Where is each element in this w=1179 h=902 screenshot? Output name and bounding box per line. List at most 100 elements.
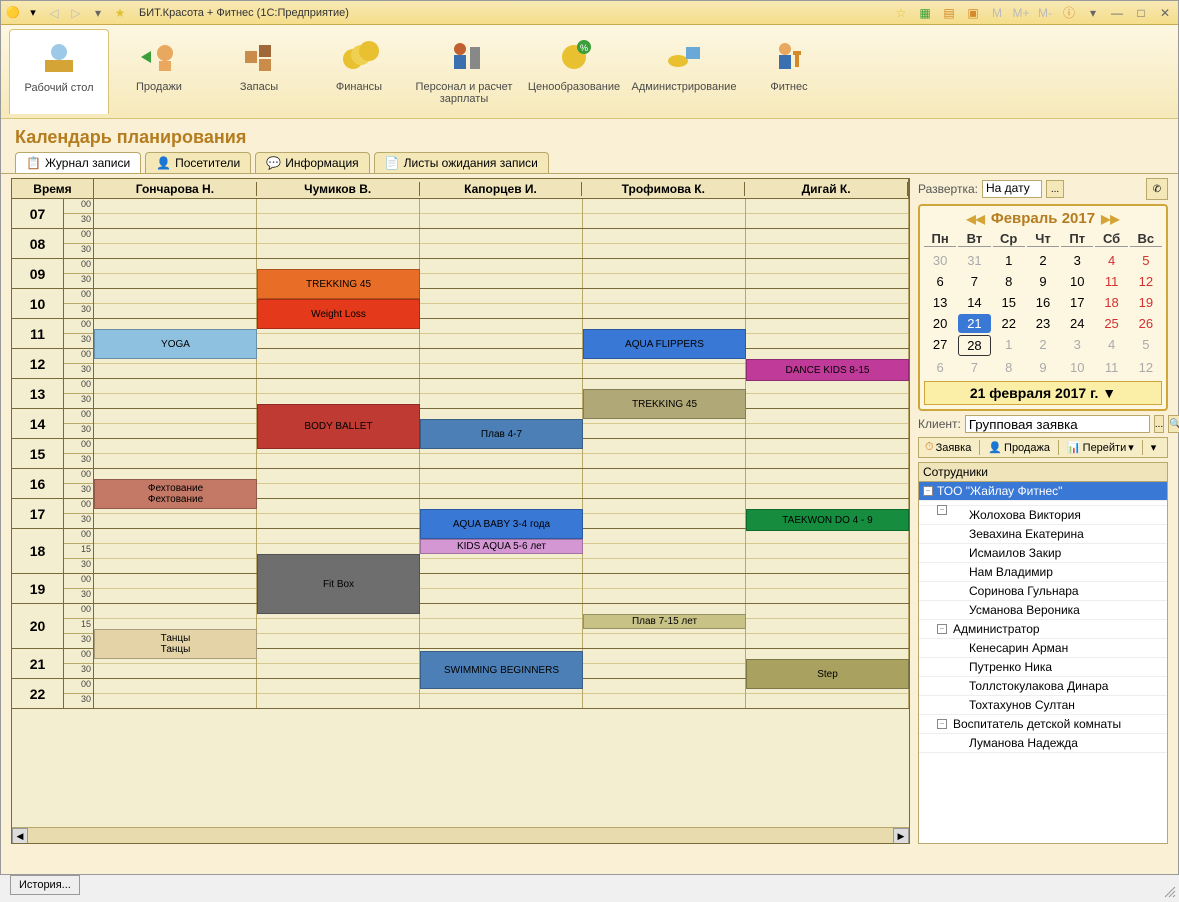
scroll-left-icon[interactable]: ◀ [12, 828, 28, 844]
slot-cell[interactable] [420, 319, 583, 348]
horizontal-scrollbar[interactable]: ◀ ▶ [12, 827, 909, 843]
cal-day[interactable]: 12 [1130, 358, 1162, 377]
calc-icon[interactable]: ▤ [940, 4, 958, 22]
cal-day[interactable]: 12 [1130, 272, 1162, 291]
schedule-event[interactable]: TREKKING 45 [583, 389, 746, 419]
cal-day[interactable]: 4 [1095, 335, 1127, 356]
resource-header[interactable]: Дигай К. [745, 182, 908, 196]
resize-handle-icon[interactable] [1163, 885, 1177, 899]
cal-day[interactable]: 30 [924, 251, 956, 270]
slot-cell[interactable] [583, 469, 746, 498]
cal-day[interactable]: 11 [1095, 358, 1127, 377]
cal-day[interactable]: 1 [993, 335, 1025, 356]
slot-cell[interactable] [746, 229, 909, 258]
slot-cell[interactable] [583, 499, 746, 528]
schedule-event[interactable]: KIDS AQUA 5-6 лет [420, 539, 583, 554]
phone-icon[interactable]: ✆ [1146, 178, 1168, 200]
cal-day[interactable]: 10 [1061, 358, 1093, 377]
cal-month-label[interactable]: Февраль 2017 [991, 210, 1095, 227]
slot-cell[interactable] [420, 574, 583, 603]
slot-cell[interactable] [583, 289, 746, 318]
schedule-event[interactable]: ТанцыТанцы [94, 629, 257, 659]
slot-cell[interactable] [746, 604, 909, 648]
slot-cell[interactable] [746, 469, 909, 498]
slot-cell[interactable] [583, 679, 746, 708]
schedule-event[interactable]: AQUA FLIPPERS [583, 329, 746, 359]
slot-cell[interactable] [746, 529, 909, 573]
slot-cell[interactable] [583, 199, 746, 228]
cal-day[interactable]: 19 [1130, 293, 1162, 312]
tree-toggle-icon[interactable]: − [937, 719, 947, 729]
toolbar-item-finance[interactable]: Финансы [309, 29, 409, 114]
slot-cell[interactable] [583, 649, 746, 678]
slot-cell[interactable] [420, 199, 583, 228]
maximize-icon[interactable]: □ [1132, 4, 1150, 22]
selected-date-label[interactable]: 21 февраля 2017 г. ▼ [924, 381, 1162, 405]
info-icon[interactable]: ⓘ [1060, 4, 1078, 22]
client-search-icon[interactable]: 🔍 [1168, 415, 1179, 433]
slot-cell[interactable] [420, 379, 583, 408]
schedule-event[interactable]: Плав 4-7 [420, 419, 583, 449]
resource-header[interactable]: Капорцев И. [420, 182, 583, 196]
slot-cell[interactable] [94, 574, 257, 603]
nav-back-icon[interactable]: ◁ [45, 4, 63, 22]
close-icon[interactable]: ✕ [1156, 4, 1174, 22]
tab-info[interactable]: 💬Информация [255, 152, 369, 173]
slot-cell[interactable] [257, 649, 420, 678]
tree-item[interactable]: Луманова Надежда [919, 734, 1167, 753]
schedule-event[interactable]: Плав 7-15 лет [583, 614, 746, 629]
slot-cell[interactable] [583, 229, 746, 258]
cal-day[interactable]: 3 [1061, 251, 1093, 270]
schedule-body[interactable]: 0700300800300900301000301100301200301300… [12, 199, 909, 829]
tree-item[interactable]: Жолохова Виктория [919, 506, 1167, 525]
cal-day[interactable]: 17 [1061, 293, 1093, 312]
slot-cell[interactable] [257, 469, 420, 498]
cal-day[interactable]: 11 [1095, 272, 1127, 291]
cal-day[interactable]: 24 [1061, 314, 1093, 333]
zayavka-button[interactable]: ⏱Заявка [921, 440, 975, 455]
cal-day[interactable]: 3 [1061, 335, 1093, 356]
cal-day[interactable]: 31 [958, 251, 990, 270]
toolbar-item-desktop[interactable]: Рабочий стол [9, 29, 109, 114]
cal-day[interactable]: 25 [1095, 314, 1127, 333]
date-icon[interactable]: ▣ [964, 4, 982, 22]
tree-item[interactable]: Усманова Вероника [919, 601, 1167, 620]
cal-day[interactable]: 14 [958, 293, 990, 312]
slot-cell[interactable] [94, 199, 257, 228]
schedule-event[interactable]: BODY BALLET [257, 404, 420, 449]
toolbar-item-stock[interactable]: Запасы [209, 29, 309, 114]
scroll-right-icon[interactable]: ▶ [893, 828, 909, 844]
toolbar-item-admin[interactable]: Администрирование [629, 29, 739, 114]
tree-toggle-icon[interactable]: − [937, 624, 947, 634]
cal-day[interactable]: 6 [924, 358, 956, 377]
cal-day[interactable]: 21 [958, 314, 990, 333]
client-input[interactable] [965, 415, 1150, 433]
cal-day[interactable]: 13 [924, 293, 956, 312]
slot-cell[interactable] [583, 529, 746, 573]
toolbar-item-fitness[interactable]: Фитнес [739, 29, 839, 114]
cal-day[interactable]: 15 [993, 293, 1025, 312]
more-menu-icon[interactable]: ▾ [1147, 440, 1161, 455]
cal-day[interactable]: 8 [993, 272, 1025, 291]
slot-cell[interactable] [746, 574, 909, 603]
cal-day[interactable]: 6 [924, 272, 956, 291]
tree-item[interactable]: Исмаилов Закир [919, 544, 1167, 563]
cal-next-year-icon[interactable]: ▶▶ [1101, 212, 1119, 226]
perejti-button[interactable]: 📊Перейти▾ [1063, 440, 1138, 455]
slot-cell[interactable] [420, 349, 583, 378]
schedule-event[interactable]: AQUA BABY 3-4 года [420, 509, 583, 539]
cal-day[interactable]: 16 [1027, 293, 1059, 312]
tab-journal[interactable]: 📋Журнал записи [15, 152, 141, 173]
dropdown-icon[interactable]: ▾ [25, 5, 41, 21]
tree-item[interactable]: −Администратор [919, 620, 1167, 639]
slot-cell[interactable] [746, 199, 909, 228]
cal-day[interactable]: 20 [924, 314, 956, 333]
slot-cell[interactable] [746, 379, 909, 408]
slot-cell[interactable] [94, 289, 257, 318]
cal-day[interactable]: 27 [924, 335, 956, 356]
slot-cell[interactable] [94, 379, 257, 408]
slot-cell[interactable] [94, 409, 257, 438]
tree-item[interactable]: Тохтахунов Султан [919, 696, 1167, 715]
favorite-star-icon[interactable]: ★ [111, 4, 129, 22]
slot-cell[interactable] [583, 259, 746, 288]
